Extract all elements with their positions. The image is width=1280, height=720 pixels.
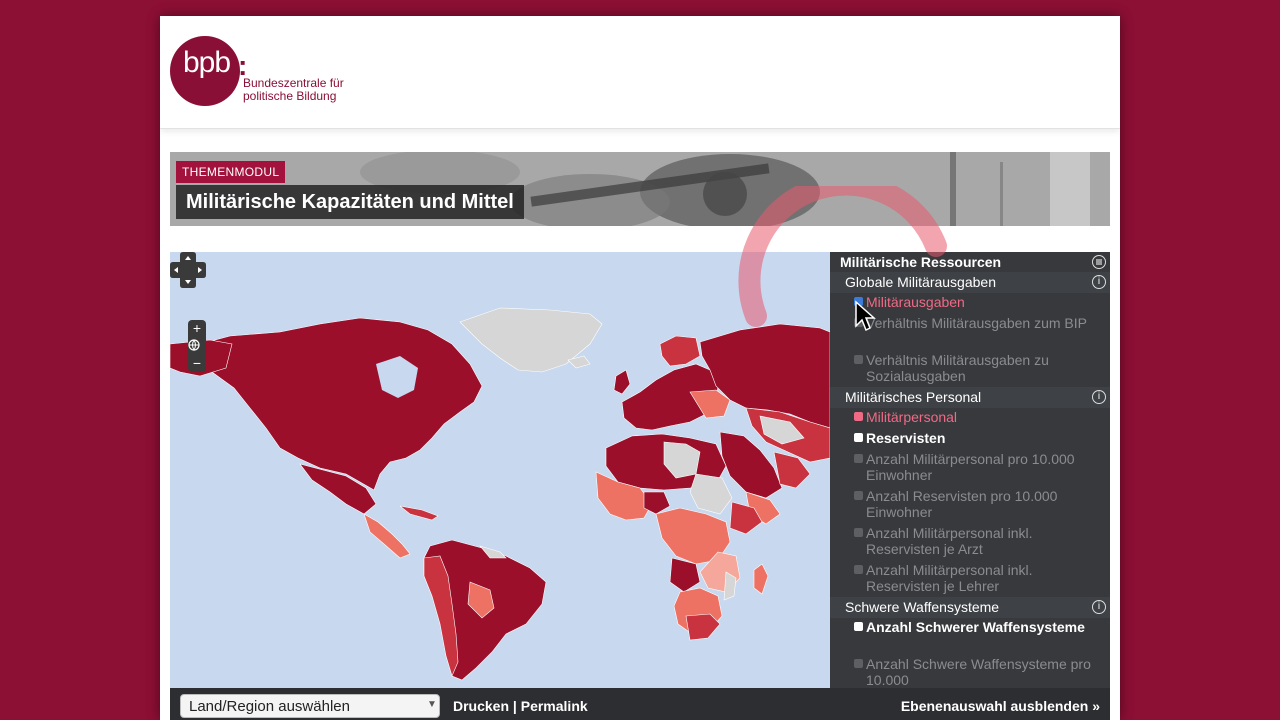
print-link[interactable]: Drucken <box>453 698 509 714</box>
mouse-cursor-icon <box>855 300 876 332</box>
info-icon[interactable]: i <box>1092 390 1106 404</box>
section-schwere-waffensysteme[interactable]: Schwere Waffensysteme i <box>830 597 1110 618</box>
region-select[interactable]: Land/Region auswählen ▼ <box>180 694 440 718</box>
info-icon[interactable]: i <box>1092 275 1106 289</box>
zoom-out-button[interactable]: − <box>188 355 206 372</box>
bpb-logo[interactable]: bpb : Bundeszentrale für politische Bild… <box>170 36 370 108</box>
zoom-control: + − <box>188 320 206 372</box>
logo-circle: bpb <box>170 36 240 106</box>
checkbox-icon <box>854 491 863 500</box>
site-header: bpb : Bundeszentrale für politische Bild… <box>160 16 1120 129</box>
loading-spinner-icon <box>738 186 947 327</box>
map-region-uk <box>613 369 631 395</box>
pan-control[interactable] <box>170 252 206 288</box>
world-map[interactable]: + − <box>170 252 830 688</box>
world-map-canvas[interactable] <box>170 252 830 688</box>
info-icon[interactable]: i <box>1092 600 1106 614</box>
layer-label: Militärpersonal <box>866 409 958 425</box>
checkbox-icon <box>854 528 863 537</box>
checkbox-icon <box>854 454 863 463</box>
panel-menu-icon[interactable] <box>1092 255 1106 269</box>
layer-label: Anzahl Militärpersonal pro 10.000 Einwoh… <box>866 451 1075 483</box>
module-title: Militärische Kapazitäten und Mittel <box>176 185 524 219</box>
logo-text: Bundeszentrale für politische Bildung <box>243 77 344 103</box>
logo-mark: bpb <box>183 46 231 79</box>
layer-label: Anzahl Schwerer Waffensysteme <box>866 619 1085 635</box>
map-region-scandinavia <box>659 335 701 367</box>
section-label: Schwere Waffensysteme <box>845 599 1000 615</box>
region-select-value: Land/Region auswählen <box>189 698 350 715</box>
logo-line-2: politische Bildung <box>243 89 337 103</box>
layer-label: Anzahl Militärpersonal inkl. Reservisten… <box>866 525 1033 557</box>
checkbox-icon[interactable] <box>854 622 863 631</box>
link-separator: | <box>512 698 517 714</box>
globe-icon[interactable] <box>188 337 206 354</box>
checkbox-icon[interactable] <box>854 433 863 442</box>
chevron-down-icon: ▼ <box>427 699 437 710</box>
map-region-sudan-nodata <box>689 473 733 515</box>
module-banner: THEMENMODUL Militärische Kapazitäten und… <box>170 152 1110 226</box>
tool-links: Drucken | Permalink <box>453 698 588 714</box>
map-region-north-america <box>195 317 483 491</box>
layer-label: Reservisten <box>866 430 946 446</box>
checkbox-icon <box>854 659 863 668</box>
map-region-caribbean <box>399 505 439 521</box>
section-label: Militärisches Personal <box>845 389 982 405</box>
layer-label: Anzahl Reservisten pro 10.000 Einwohner <box>866 488 1058 520</box>
zoom-in-button[interactable]: + <box>188 320 206 337</box>
map-region-madagascar <box>753 563 769 595</box>
map-toolbar: Land/Region auswählen ▼ Drucken | Permal… <box>170 688 1110 720</box>
module-badge: THEMENMODUL <box>176 161 286 183</box>
map-region-central-america <box>363 513 411 559</box>
checkbox-icon[interactable] <box>854 412 863 421</box>
hide-layers-link[interactable]: Ebenenauswahl ausblenden » <box>898 698 1100 714</box>
checkbox-icon <box>854 565 863 574</box>
permalink-link[interactable]: Permalink <box>521 698 588 714</box>
section-militaerisches-personal[interactable]: Militärisches Personal i <box>830 387 1110 408</box>
layer-label: Anzahl Schwere Waffensysteme pro 10.000 <box>866 656 1091 688</box>
layer-label: Anzahl Militärpersonal inkl. Reservisten… <box>866 562 1033 594</box>
page: bpb : Bundeszentrale für politische Bild… <box>160 16 1120 720</box>
